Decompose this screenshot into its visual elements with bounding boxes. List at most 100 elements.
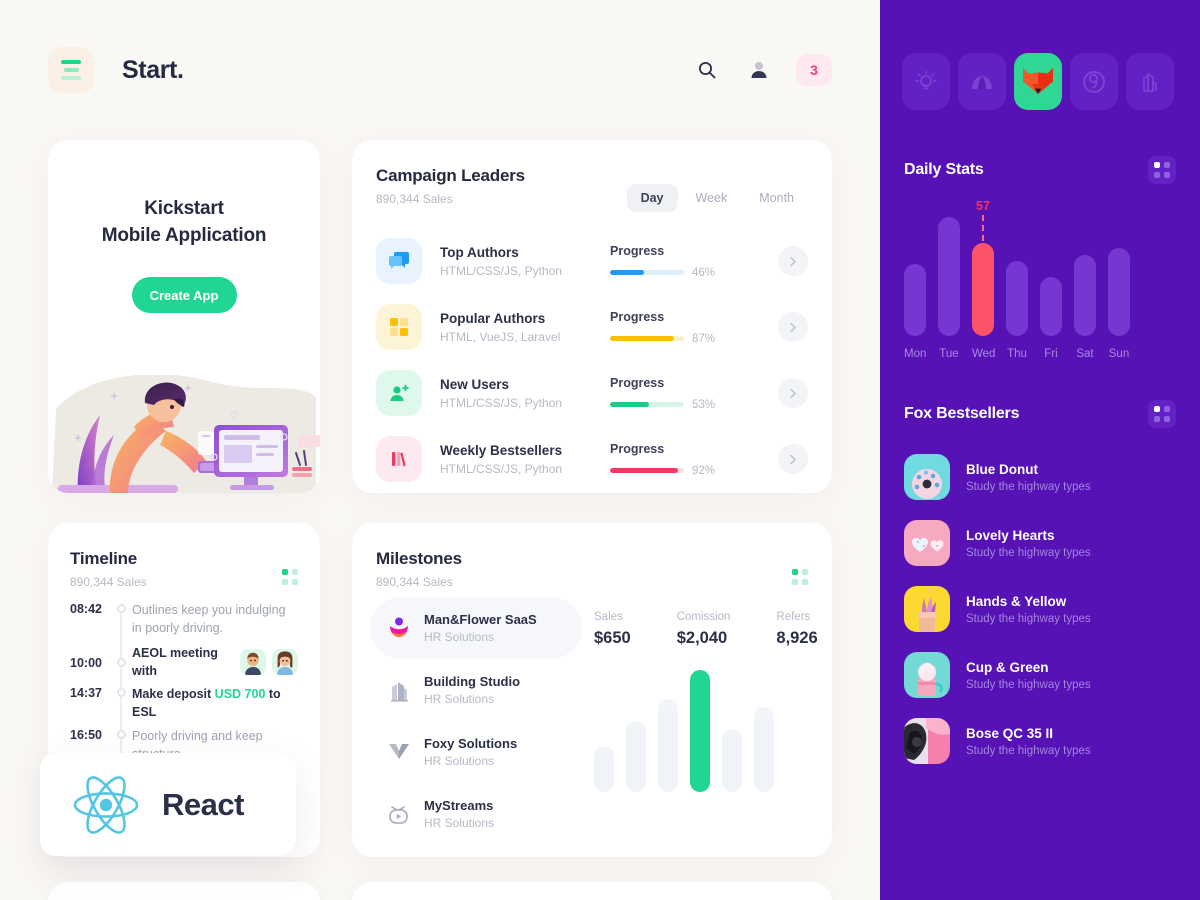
chevron-right-icon[interactable] xyxy=(778,246,808,276)
grid-dot xyxy=(792,579,798,585)
daily-stats-bar xyxy=(904,264,926,336)
tab-month[interactable]: Month xyxy=(745,184,808,212)
campaign-row[interactable]: Weekly Bestsellers HTML/CSS/JS, Python P… xyxy=(352,426,832,492)
milestone-row[interactable]: Foxy Solutions HR Solutions xyxy=(376,721,572,783)
grid-dots-icon[interactable] xyxy=(282,569,298,585)
nine-circle-icon[interactable] xyxy=(1070,53,1118,110)
timeline-entry[interactable]: 08:42 Outlines keep you indulging in poo… xyxy=(48,601,320,655)
user-avatar-icon[interactable] xyxy=(744,55,774,85)
arc-arrow-icon[interactable] xyxy=(958,53,1006,110)
daily-stats-bar-column xyxy=(1108,206,1130,336)
daily-stats-header: Daily Stats xyxy=(880,156,1200,184)
bottom-partial-card-left xyxy=(48,882,320,900)
campaign-row-desc: HTML/CSS/JS, Python xyxy=(440,461,563,476)
progress-track xyxy=(610,336,684,341)
campaign-row[interactable]: Top Authors HTML/CSS/JS, Python Progress… xyxy=(352,228,832,294)
progress-label: Progress xyxy=(610,309,665,324)
progress-fill xyxy=(610,468,679,473)
chevron-right-icon[interactable] xyxy=(778,444,808,474)
grid-dot xyxy=(1154,416,1160,422)
hamburger-menu-icon[interactable] xyxy=(48,47,94,93)
milestones-bar xyxy=(722,729,742,792)
stat-sales: Sales $650 xyxy=(594,611,631,648)
notification-badge[interactable]: 3 xyxy=(796,54,832,86)
lightbulb-icon[interactable] xyxy=(902,53,950,110)
daily-stats-bar xyxy=(1006,261,1028,336)
campaign-row-name: Top Authors xyxy=(440,244,519,260)
grid-dots-icon[interactable] xyxy=(1148,400,1176,428)
person-working-at-desk-illustration xyxy=(52,375,320,493)
milestone-row[interactable]: MyStreams HR Solutions xyxy=(376,783,572,845)
search-icon[interactable] xyxy=(692,55,722,85)
bestseller-item[interactable]: Cup & Green Study the highway types xyxy=(880,642,1200,708)
daily-stats-bar-column xyxy=(1074,206,1096,336)
daily-stats-axis-label: Sat xyxy=(1076,348,1094,360)
brand-title: Start. xyxy=(122,55,184,84)
kickstart-card: Kickstart Mobile Application Create App xyxy=(48,140,320,493)
campaign-title: Campaign Leaders xyxy=(376,166,525,185)
grid-dot xyxy=(292,579,298,585)
milestone-sub: HR Solutions xyxy=(424,816,495,830)
milestone-name: Foxy Solutions xyxy=(424,736,518,751)
campaign-header: Campaign Leaders 890,344 Sales Day Week … xyxy=(352,140,832,212)
main-content: Start. 3 Kickstart Mobile Application Cr… xyxy=(0,0,880,900)
fox-head-icon[interactable] xyxy=(1014,53,1062,110)
add-user-icon xyxy=(376,370,422,416)
tv-play-icon xyxy=(386,802,412,826)
stat-label: Refers xyxy=(776,611,811,623)
milestone-row[interactable]: Building Studio HR Solutions xyxy=(376,659,572,721)
campaign-row[interactable]: New Users HTML/CSS/JS, Python Progress 5… xyxy=(352,360,832,426)
deposit-amount: USD 700 xyxy=(214,687,266,701)
menu-bar-1 xyxy=(61,60,81,64)
milestone-row[interactable]: Man&Flower SaaS HR Solutions xyxy=(370,597,582,659)
books-icon xyxy=(376,436,422,482)
tab-day[interactable]: Day xyxy=(626,184,678,212)
daily-stats-axis-label: Mon xyxy=(904,348,927,360)
avatar-woman xyxy=(272,649,298,675)
bestseller-subtitle: Study the highway types xyxy=(966,480,1091,493)
bestseller-item[interactable]: Bose QC 35 II Study the highway types xyxy=(880,708,1200,774)
building-icon[interactable] xyxy=(1126,53,1174,110)
progress-label: Progress xyxy=(610,375,665,390)
tab-week[interactable]: Week xyxy=(682,184,742,212)
campaign-row-name: Popular Authors xyxy=(440,310,546,326)
chevron-right-icon[interactable] xyxy=(778,378,808,408)
grid-dots-icon[interactable] xyxy=(792,569,808,585)
bestseller-subtitle: Study the highway types xyxy=(966,678,1091,691)
bestseller-item[interactable]: Lovely Hearts Study the highway types xyxy=(880,510,1200,576)
timeline-entry[interactable]: 10:00 AEOL meeting with xyxy=(48,639,320,685)
stat-refers: Refers 8,926 xyxy=(776,611,817,648)
progress-track xyxy=(610,468,684,473)
grid-dot xyxy=(282,569,288,575)
bestseller-name: Hands & Yellow xyxy=(966,593,1067,609)
bestseller-thumbnail xyxy=(904,652,950,698)
campaign-row-name: Weekly Bestsellers xyxy=(440,442,563,458)
daily-stats-bar-column xyxy=(938,206,960,336)
bestseller-item[interactable]: Hands & Yellow Study the highway types xyxy=(880,576,1200,642)
kickstart-title: Kickstart Mobile Application xyxy=(48,196,320,249)
campaign-row-name: New Users xyxy=(440,376,510,392)
create-app-button[interactable]: Create App xyxy=(131,277,237,314)
chevron-right-icon[interactable] xyxy=(778,312,808,342)
bestseller-item[interactable]: Blue Donut Study the highway types xyxy=(880,444,1200,510)
top-bar: Start. 3 xyxy=(0,0,880,140)
campaign-row[interactable]: Popular Authors HTML, VueJS, Laravel Pro… xyxy=(352,294,832,360)
grid-dot xyxy=(1154,172,1160,178)
bestsellers-header: Fox Bestsellers xyxy=(880,400,1200,428)
campaign-row-desc: HTML/CSS/JS, Python xyxy=(440,395,563,410)
grid-squares-icon xyxy=(376,304,422,350)
milestone-sub: HR Solutions xyxy=(424,630,495,644)
daily-stats-axis-label: Thu xyxy=(1007,348,1027,360)
progress-percent: 53% xyxy=(692,398,716,411)
campaign-rows: Top Authors HTML/CSS/JS, Python Progress… xyxy=(352,228,832,492)
timeline-entry[interactable]: 14:37 Make deposit USD 700 to ESL xyxy=(48,675,320,737)
grid-dot xyxy=(1164,172,1170,178)
campaign-row-desc: HTML, VueJS, Laravel xyxy=(440,329,561,344)
grid-dot xyxy=(1154,162,1160,168)
stat-comission: Comission $2,040 xyxy=(677,611,731,648)
timeline-list: 08:42 Outlines keep you indulging in poo… xyxy=(48,601,320,765)
react-badge-card[interactable]: React xyxy=(40,753,296,856)
milestones-bar-chart xyxy=(594,670,818,792)
grid-dots-icon[interactable] xyxy=(1148,156,1176,184)
timeline-time: 14:37 xyxy=(70,686,102,700)
